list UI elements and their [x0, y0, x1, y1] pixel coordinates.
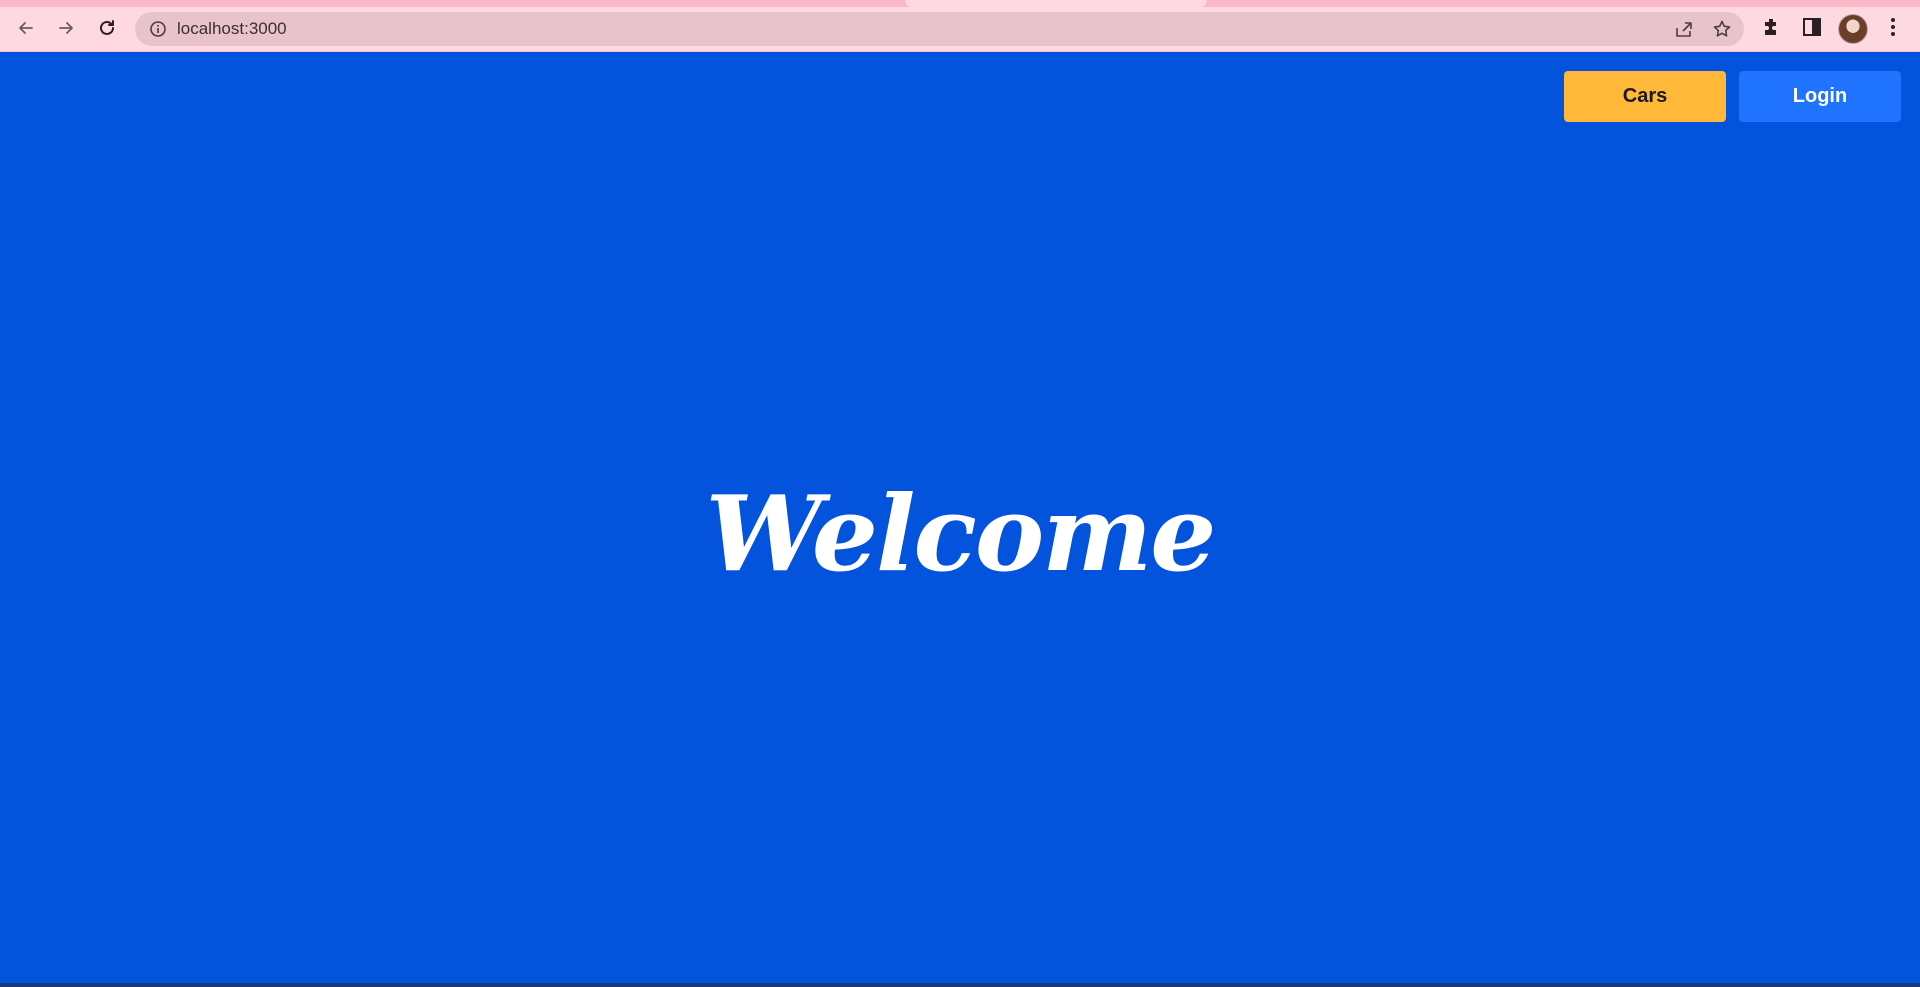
- cars-button[interactable]: Cars: [1564, 71, 1726, 122]
- welcome-heading: Welcome: [705, 472, 1217, 595]
- star-icon[interactable]: [1712, 19, 1732, 39]
- page-content: Cars Login Welcome: [0, 52, 1920, 983]
- login-button[interactable]: Login: [1739, 71, 1901, 122]
- tab-strip: [0, 0, 1920, 7]
- browser-toolbar: localhost:3000: [0, 0, 1920, 52]
- share-icon[interactable]: [1674, 20, 1694, 38]
- active-tab[interactable]: [905, 0, 1207, 7]
- forward-button[interactable]: [52, 14, 80, 42]
- forward-icon: [59, 22, 73, 34]
- reload-button[interactable]: [93, 14, 121, 42]
- address-bar[interactable]: localhost:3000: [135, 12, 1744, 46]
- side-panel-icon[interactable]: [1801, 16, 1823, 38]
- avatar[interactable]: [1838, 14, 1868, 44]
- info-icon[interactable]: [149, 20, 167, 38]
- extensions-icon[interactable]: [1761, 16, 1783, 38]
- reload-icon: [100, 20, 114, 35]
- url-text[interactable]: localhost:3000: [177, 20, 287, 38]
- back-icon: [19, 22, 33, 34]
- menu-icon[interactable]: [1882, 16, 1904, 38]
- window-bottom-edge: [0, 983, 1920, 987]
- back-button[interactable]: [12, 14, 40, 42]
